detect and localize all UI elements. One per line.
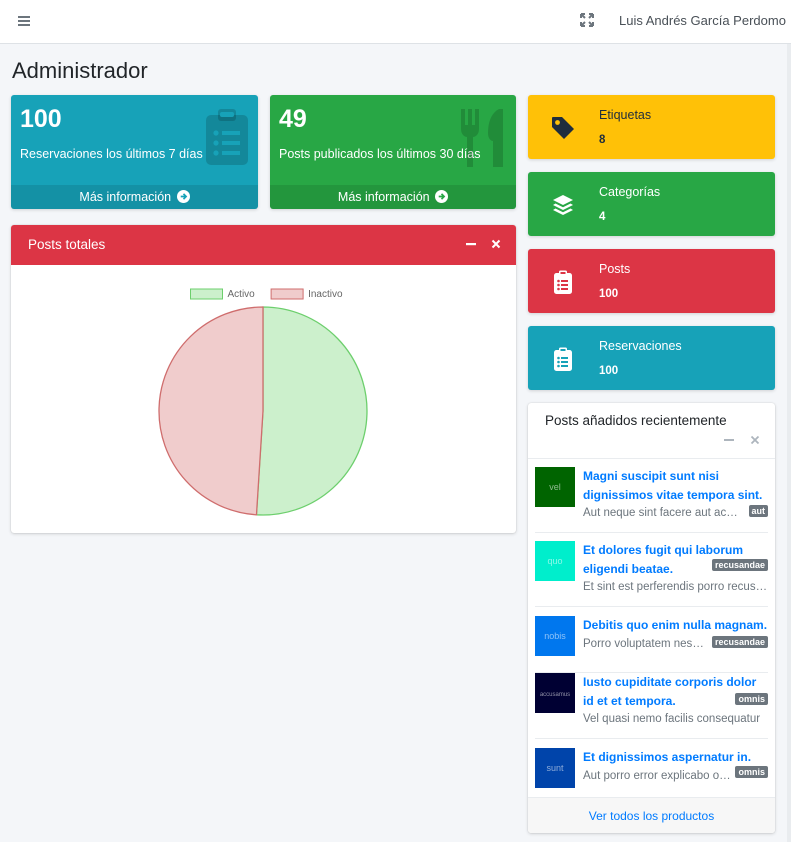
list-item[interactable]: accusamus Iusto cupiditate corporis dolo… xyxy=(535,673,768,739)
category-badge: aut xyxy=(748,505,768,517)
post-thumbnail: accusamus xyxy=(535,673,575,713)
minus-icon[interactable] xyxy=(722,433,736,447)
more-info-label: Más información xyxy=(337,190,430,204)
post-title-link[interactable]: Magni suscipit sunt nisi dignissimos vit… xyxy=(583,467,769,505)
divider xyxy=(528,458,775,459)
scrollbar[interactable] xyxy=(787,44,791,842)
post-title-link[interactable]: Et dignissimos aspernatur in. xyxy=(583,748,769,767)
list-item[interactable]: nobis Debitis quo enim nulla magnam. Por… xyxy=(535,616,768,673)
pie-slice-inactivo[interactable] xyxy=(158,306,264,516)
post-description: Aut porro error explicabo omnis xyxy=(583,770,733,782)
legend-label-activo[interactable]: Activo xyxy=(228,289,256,300)
stat-box-posts: 49 Posts publicados los últimos 30 días … xyxy=(270,95,516,209)
post-thumbnail: sunt xyxy=(535,748,575,788)
more-info-link[interactable]: Más información xyxy=(11,185,258,209)
expand-icon[interactable] xyxy=(579,12,595,28)
user-name-link[interactable]: Luis Andrés García Perdomo xyxy=(619,13,786,28)
stat-label: Reservaciones los últimos 7 días xyxy=(20,147,203,161)
page-title: Administrador xyxy=(12,58,148,83)
post-thumbnail: quo xyxy=(535,541,575,581)
posts-pie-chart: Activo Inactivo xyxy=(158,288,368,516)
card-header: Posts totales xyxy=(11,225,516,265)
clipboard-list-icon xyxy=(206,109,248,165)
info-box-value: 100 xyxy=(599,365,619,377)
info-box-label: Reservaciones xyxy=(599,339,682,353)
clipboard-icon xyxy=(554,347,572,371)
category-badge: omnis xyxy=(735,766,768,778)
info-box-value: 8 xyxy=(599,134,606,146)
close-icon[interactable] xyxy=(489,237,503,251)
legend-swatch-activo[interactable] xyxy=(190,288,223,300)
post-description: Porro voluptatem nesciunt xyxy=(583,638,708,650)
list-item[interactable]: quo Et dolores fugit qui laborum eligend… xyxy=(535,541,769,607)
post-thumbnail: vel xyxy=(535,467,575,507)
top-navbar: Luis Andrés García Perdomo xyxy=(0,0,791,44)
category-badge: recusandae xyxy=(711,636,768,648)
post-description: Vel quasi nemo facilis consequatur xyxy=(583,713,761,725)
pie-slice-activo[interactable] xyxy=(255,306,368,516)
view-all-products-link[interactable]: Ver todos los productos xyxy=(528,797,775,833)
more-info-link[interactable]: Más información xyxy=(270,185,516,209)
arrow-circle-right-icon xyxy=(435,190,449,203)
info-box-tags: Etiquetas 8 xyxy=(528,95,775,159)
posts-total-card: Posts totales Activo Inactivo xyxy=(11,225,516,533)
post-thumbnail: nobis xyxy=(535,616,575,656)
post-title-link[interactable]: Iusto cupiditate corporis dolor id et et… xyxy=(583,673,769,711)
info-box-label: Etiquetas xyxy=(599,108,652,122)
more-info-label: Más información xyxy=(79,190,172,204)
card-title: Posts añadidos recientemente xyxy=(545,413,727,428)
info-box-value: 4 xyxy=(599,211,606,223)
post-description: Aut neque sint facere aut accusamus xyxy=(583,507,743,519)
tag-icon xyxy=(552,117,574,139)
post-title-link[interactable]: Debitis quo enim nulla magnam. xyxy=(583,616,769,635)
stat-value: 49 xyxy=(279,105,307,133)
clipboard-icon xyxy=(554,270,572,294)
list-item[interactable]: vel Magni suscipit sunt nisi dignissimos… xyxy=(535,467,768,533)
info-box-reservations: Reservaciones 100 xyxy=(528,326,775,390)
bars-icon[interactable] xyxy=(15,12,33,30)
stat-box-reservations: 100 Reservaciones los últimos 7 días Más… xyxy=(11,95,258,209)
legend-swatch-inactivo[interactable] xyxy=(270,288,304,300)
stat-label: Posts publicados los últimos 30 días xyxy=(279,147,481,161)
info-box-label: Categorías xyxy=(599,185,661,199)
info-box-posts: Posts 100 xyxy=(528,249,775,313)
layers-icon xyxy=(553,195,573,215)
recent-posts-card: Posts añadidos recientemente vel Magni s… xyxy=(528,403,775,833)
info-box-label: Posts xyxy=(599,262,631,276)
legend-label-inactivo[interactable]: Inactivo xyxy=(308,289,343,300)
info-box-categories: Categorías 4 xyxy=(528,172,775,236)
info-box-value: 100 xyxy=(599,288,619,300)
category-badge: recusandae xyxy=(711,559,768,571)
utensils-icon xyxy=(461,109,503,167)
list-item[interactable]: sunt Et dignissimos aspernatur in. Aut p… xyxy=(535,748,768,798)
close-icon[interactable] xyxy=(748,433,762,447)
stat-value: 100 xyxy=(20,105,62,133)
post-description: Et sint est perferendis porro recusandae xyxy=(583,581,769,593)
minus-icon[interactable] xyxy=(464,237,478,251)
card-title: Posts totales xyxy=(28,237,106,252)
arrow-circle-right-icon xyxy=(176,190,190,203)
category-badge: omnis xyxy=(735,693,768,705)
